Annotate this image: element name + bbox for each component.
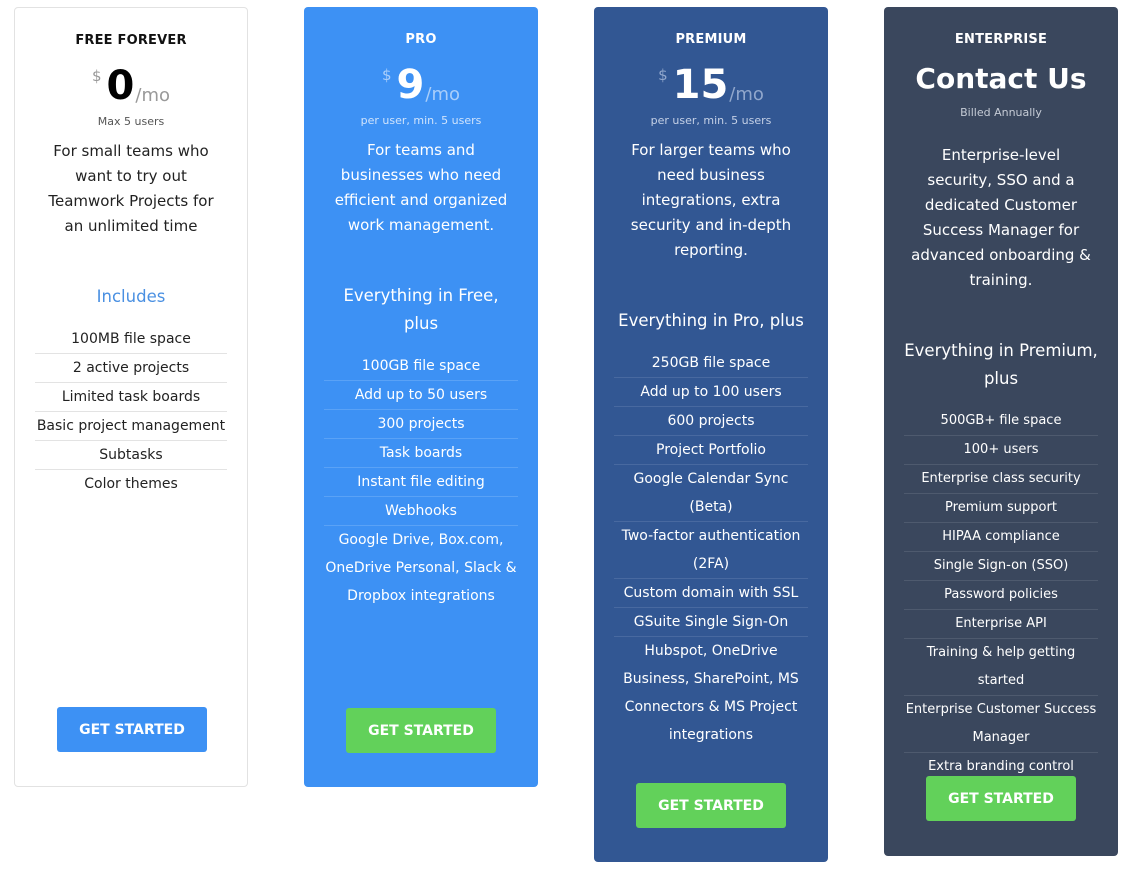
feature-item: GSuite Single Sign-On <box>614 608 808 637</box>
feature-item: Training & help getting started <box>904 639 1098 696</box>
feature-item: Basic project management <box>35 412 227 441</box>
plan-subtitle: Billed Annually <box>960 106 1042 119</box>
plan-price: $ 0 /mo <box>35 63 227 113</box>
feature-item: Password policies <box>904 581 1098 610</box>
feature-item: Google Calendar Sync (Beta) <box>614 465 808 522</box>
feature-item: HIPAA compliance <box>904 523 1098 552</box>
get-started-button-pro[interactable]: GET STARTED <box>346 708 496 753</box>
feature-list: 100MB file space 2 active projects Limit… <box>35 325 227 498</box>
feature-item: Instant file editing <box>324 468 518 497</box>
feature-list: 250GB file space Add up to 100 users 600… <box>614 349 808 749</box>
price-period: /mo <box>729 84 764 105</box>
plan-price: $ 9 /mo <box>324 62 518 112</box>
feature-item: 500GB+ file space <box>904 407 1098 436</box>
plan-card-free: FREE FOREVER $ 0 /mo Max 5 users For sma… <box>14 7 248 787</box>
feature-item: Enterprise API <box>904 610 1098 639</box>
price-amount: 0 <box>106 63 135 109</box>
currency-symbol: $ <box>91 67 102 85</box>
plan-name: PREMIUM <box>675 32 747 47</box>
price-amount: 9 <box>396 62 425 108</box>
plan-card-enterprise: ENTERPRISE Contact Us Billed Annually En… <box>884 7 1118 856</box>
feature-item: Webhooks <box>324 497 518 526</box>
feature-item: Color themes <box>84 476 178 492</box>
contact-us-heading: Contact Us <box>915 62 1087 95</box>
feature-item: Add up to 100 users <box>614 378 808 407</box>
feature-item: Add up to 50 users <box>324 381 518 410</box>
plan-price: $ 15 /mo <box>614 62 808 112</box>
feature-item: 600 projects <box>614 407 808 436</box>
plan-subtitle: per user, min. 5 users <box>650 114 772 127</box>
feature-item: Task boards <box>324 439 518 468</box>
features-heading: Includes <box>96 287 166 306</box>
plan-card-premium: PREMIUM $ 15 /mo per user, min. 5 users … <box>594 7 828 862</box>
price-period: /mo <box>425 84 460 105</box>
plan-card-pro: PRO $ 9 /mo per user, min. 5 users For t… <box>304 7 538 787</box>
feature-item: Premium support <box>904 494 1098 523</box>
feature-item: 300 projects <box>324 410 518 439</box>
feature-item: 2 active projects <box>35 354 227 383</box>
feature-item: 250GB file space <box>614 349 808 378</box>
plan-subtitle: per user, min. 5 users <box>360 114 482 127</box>
feature-item: Google Drive, Box.com, OneDrive Personal… <box>325 532 517 604</box>
currency-symbol: $ <box>381 66 392 84</box>
get-started-button-enterprise[interactable]: GET STARTED <box>926 776 1076 821</box>
feature-item: 100MB file space <box>35 325 227 354</box>
features-heading: Everything in Pro, plus <box>618 311 804 330</box>
plan-subtitle: Max 5 users <box>97 115 165 128</box>
feature-item: 100+ users <box>904 436 1098 465</box>
feature-item: Hubspot, OneDrive Business, SharePoint, … <box>623 643 799 743</box>
plan-name: FREE FOREVER <box>75 33 187 48</box>
plan-description: For small teams who want to try out Team… <box>48 142 214 235</box>
feature-item: Two-factor authentication (2FA) <box>614 522 808 579</box>
plan-description: For teams and businesses who need effici… <box>334 141 508 234</box>
feature-list: 500GB+ file space 100+ users Enterprise … <box>904 407 1098 781</box>
plan-description: Enterprise-level security, SSO and a ded… <box>911 146 1091 289</box>
get-started-button-free[interactable]: GET STARTED <box>57 707 207 752</box>
feature-item: Limited task boards <box>35 383 227 412</box>
feature-item: Enterprise Customer Success Manager <box>904 696 1098 753</box>
feature-list: 100GB file space Add up to 50 users 300 … <box>324 352 518 610</box>
feature-item: 100GB file space <box>324 352 518 381</box>
features-heading: Everything in Premium, plus <box>904 341 1098 388</box>
feature-item: Single Sign-on (SSO) <box>904 552 1098 581</box>
plan-name: ENTERPRISE <box>954 32 1048 47</box>
currency-symbol: $ <box>658 66 668 84</box>
features-heading: Everything in Free, plus <box>343 286 499 333</box>
get-started-button-premium[interactable]: GET STARTED <box>636 783 786 828</box>
feature-item: Subtasks <box>35 441 227 470</box>
plan-description: For larger teams who need business integ… <box>630 141 792 259</box>
price-period: /mo <box>135 85 170 106</box>
feature-item: Enterprise class security <box>904 465 1098 494</box>
plan-name: PRO <box>405 32 437 47</box>
feature-item: Project Portfolio <box>614 436 808 465</box>
feature-item: Custom domain with SSL <box>614 579 808 608</box>
price-amount: 15 <box>672 62 729 108</box>
